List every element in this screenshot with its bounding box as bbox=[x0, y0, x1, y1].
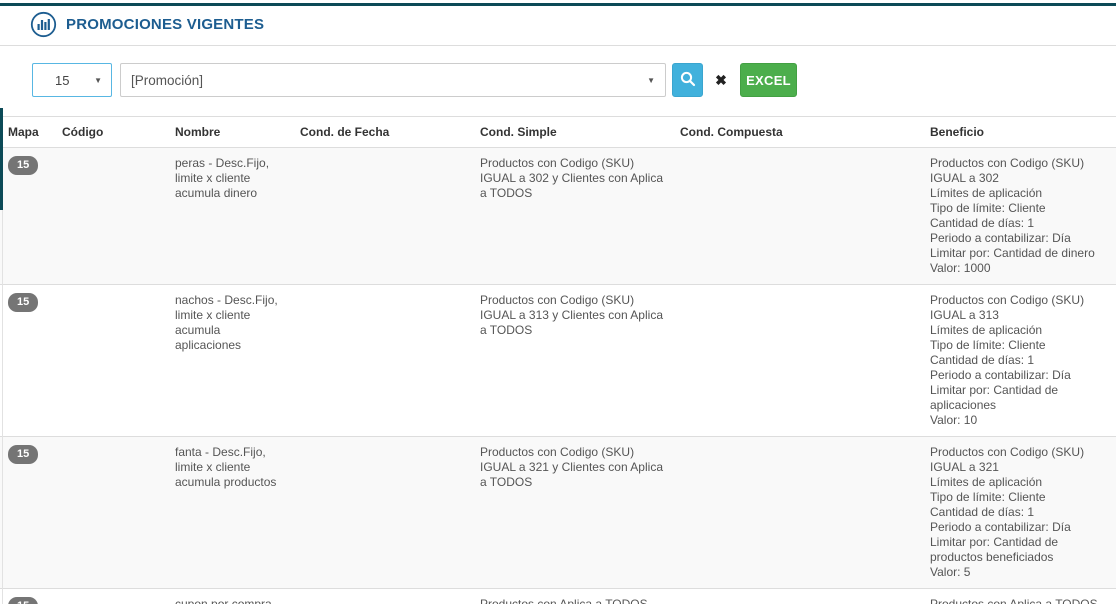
cell-cond-compuesta bbox=[672, 285, 922, 437]
cell-cond-fecha bbox=[292, 148, 472, 285]
cell-codigo bbox=[54, 437, 167, 589]
table-row[interactable]: 15 cupon por compra mayor a 100 Producto… bbox=[0, 589, 1116, 604]
column-header-cond-compuesta[interactable]: Cond. Compuesta bbox=[672, 117, 922, 148]
cell-mapa: 15 bbox=[0, 148, 54, 285]
column-header-nombre[interactable]: Nombre bbox=[167, 117, 292, 148]
cell-nombre: fanta - Desc.Fijo, limite x cliente acum… bbox=[167, 437, 292, 589]
cell-cond-fecha bbox=[292, 437, 472, 589]
table-row[interactable]: 15 nachos - Desc.Fijo, limite x cliente … bbox=[0, 285, 1116, 437]
chevron-down-icon: ▼ bbox=[647, 76, 655, 85]
column-header-cond-simple[interactable]: Cond. Simple bbox=[472, 117, 672, 148]
page-header: PROMOCIONES VIGENTES bbox=[0, 3, 1116, 46]
promotion-combobox[interactable]: [Promoción] ▼ bbox=[120, 63, 666, 97]
excel-export-button[interactable]: EXCEL bbox=[740, 63, 797, 97]
cell-cond-simple: Productos con Codigo (SKU) IGUAL a 321 y… bbox=[472, 437, 672, 589]
chevron-down-icon: ▼ bbox=[94, 76, 102, 85]
search-button[interactable] bbox=[672, 63, 703, 97]
promotions-table: Mapa Código Nombre Cond. de Fecha Cond. … bbox=[0, 116, 1116, 604]
cell-cond-compuesta bbox=[672, 437, 922, 589]
table-row[interactable]: 15 fanta - Desc.Fijo, limite x cliente a… bbox=[0, 437, 1116, 589]
cell-cond-compuesta bbox=[672, 148, 922, 285]
cell-beneficio: Productos con Codigo (SKU) IGUAL a 302 L… bbox=[922, 148, 1116, 285]
bar-chart-circle-icon bbox=[30, 11, 57, 38]
cell-cond-simple: Productos con Aplica a TODOS con Precio … bbox=[472, 589, 672, 604]
column-header-beneficio[interactable]: Beneficio bbox=[922, 117, 1116, 148]
cell-beneficio: Productos con Codigo (SKU) IGUAL a 321 L… bbox=[922, 437, 1116, 589]
promotion-combobox-value: [Promoción] bbox=[131, 73, 203, 88]
cell-nombre: peras - Desc.Fijo, limite x cliente acum… bbox=[167, 148, 292, 285]
page-title: PROMOCIONES VIGENTES bbox=[66, 16, 264, 33]
table-row[interactable]: 15 peras - Desc.Fijo, limite x cliente a… bbox=[0, 148, 1116, 285]
table-header-row: Mapa Código Nombre Cond. de Fecha Cond. … bbox=[0, 117, 1116, 148]
cell-cond-compuesta bbox=[672, 589, 922, 604]
cell-nombre: nachos - Desc.Fijo, limite x cliente acu… bbox=[167, 285, 292, 437]
cell-cond-simple: Productos con Codigo (SKU) IGUAL a 313 y… bbox=[472, 285, 672, 437]
cell-codigo bbox=[54, 589, 167, 604]
map-badge[interactable]: 15 bbox=[8, 156, 38, 175]
cell-cond-simple: Productos con Codigo (SKU) IGUAL a 302 y… bbox=[472, 148, 672, 285]
cell-codigo bbox=[54, 148, 167, 285]
filter-toolbar: 15 ▼ [Promoción] ▼ ✖ EXCEL bbox=[32, 63, 1116, 97]
x-icon: ✖ bbox=[715, 72, 727, 89]
page-size-value: 15 bbox=[55, 73, 69, 88]
cell-beneficio: Productos con Aplica a TODOS bbox=[922, 589, 1116, 604]
cell-mapa: 15 bbox=[0, 589, 54, 604]
map-badge[interactable]: 15 bbox=[8, 445, 38, 464]
column-header-mapa[interactable]: Mapa bbox=[0, 117, 54, 148]
cell-cond-fecha bbox=[292, 589, 472, 604]
page-size-select[interactable]: 15 ▼ bbox=[32, 63, 112, 97]
column-header-cond-fecha[interactable]: Cond. de Fecha bbox=[292, 117, 472, 148]
cell-mapa: 15 bbox=[0, 437, 54, 589]
scrollbar-thumb[interactable] bbox=[0, 108, 3, 210]
column-header-codigo[interactable]: Código bbox=[54, 117, 167, 148]
magnifier-icon bbox=[679, 70, 697, 91]
cell-mapa: 15 bbox=[0, 285, 54, 437]
map-badge[interactable]: 15 bbox=[8, 597, 38, 604]
cell-beneficio: Productos con Codigo (SKU) IGUAL a 313 L… bbox=[922, 285, 1116, 437]
clear-search-button[interactable]: ✖ bbox=[707, 63, 735, 97]
top-accent-bar bbox=[0, 3, 1116, 6]
map-badge[interactable]: 15 bbox=[8, 293, 38, 312]
cell-nombre: cupon por compra mayor a 100 bbox=[167, 589, 292, 604]
cell-codigo bbox=[54, 285, 167, 437]
cell-cond-fecha bbox=[292, 285, 472, 437]
